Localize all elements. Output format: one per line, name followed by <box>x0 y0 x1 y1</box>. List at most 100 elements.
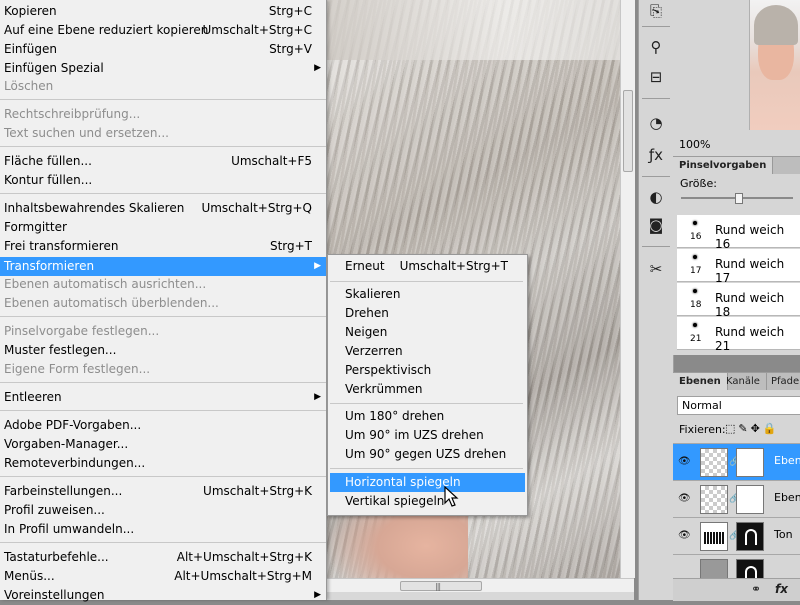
menu-separator <box>330 403 523 404</box>
submenu-item-drehen-180[interactable]: Um 180° drehen <box>328 407 525 426</box>
visibility-eye-icon[interactable]: 👁 <box>678 456 692 467</box>
menu-item-pdf-vorgaben[interactable]: Adobe PDF-Vorgaben... <box>0 416 326 435</box>
history-icon[interactable]: ⎘ <box>644 0 668 22</box>
menu-item-label: Einfügen Spezial <box>4 61 104 75</box>
menu-item-voreinstellungen[interactable]: Voreinstellungen ▶ <box>0 586 326 605</box>
submenu-item-horizontal-spiegeln[interactable]: Horizontal spiegeln <box>330 473 525 492</box>
menu-item-label: Farbeinstellungen... <box>4 484 123 498</box>
brush-preset-row[interactable]: 16 Rund weich 16 <box>677 215 800 251</box>
menu-item-remoteverbindungen[interactable]: Remoteverbindungen... <box>0 454 326 473</box>
menu-item-label: Muster festlegen... <box>4 343 117 357</box>
submenu-item-drehen-90-uzs[interactable]: Um 90° im UZS drehen <box>328 426 525 445</box>
navigator-thumbnail[interactable] <box>749 0 800 130</box>
menu-item-shortcut: Alt+Umschalt+Strg+K <box>176 550 312 564</box>
layer-row[interactable]: 👁 🔗 Ebene <box>673 480 800 517</box>
submenu-item-verzerren[interactable]: Verzerren <box>328 342 525 361</box>
clone-source-icon[interactable]: ⚲ <box>644 36 668 58</box>
layer-name: Ebene <box>774 491 800 504</box>
menu-item-einfuegen-spezial[interactable]: Einfügen Spezial ▶ <box>0 59 326 78</box>
menu-item-menues[interactable]: Menüs... Alt+Umschalt+Strg+M <box>0 567 326 586</box>
menu-item-label: Löschen <box>4 79 54 93</box>
layer-mask-thumbnail[interactable] <box>736 522 764 551</box>
menu-item-tastaturbefehle[interactable]: Tastaturbefehle... Alt+Umschalt+Strg+K <box>0 548 326 567</box>
layer-row[interactable] <box>673 554 800 582</box>
navigator-zoom-value[interactable]: 100% <box>679 138 710 151</box>
menu-item-profil-umwandeln[interactable]: In Profil umwandeln... <box>0 520 326 539</box>
canvas-horizontal-scrollbar[interactable]: ||| <box>320 578 634 593</box>
brush-size-slider-knob[interactable] <box>735 193 743 204</box>
fx-icon[interactable]: fx <box>775 582 788 596</box>
tools-icon[interactable]: ✂ <box>644 258 668 280</box>
fx-icon[interactable]: ƒx <box>644 144 668 166</box>
brush-preset-row[interactable]: 17 Rund weich 17 <box>677 249 800 285</box>
menu-item-ebenen-ueberblenden: Ebenen automatisch überblenden... <box>0 294 326 313</box>
menu-item-label: Adobe PDF-Vorgaben... <box>4 418 142 432</box>
menu-separator <box>0 193 326 194</box>
brush-preset-row[interactable]: 18 Rund weich 18 <box>677 283 800 319</box>
menu-item-inhaltsbewahrend-skalieren[interactable]: Inhaltsbewahrendes Skalieren Umschalt+Str… <box>0 199 326 218</box>
submenu-item-drehen-90-gegen-uzs[interactable]: Um 90° gegen UZS drehen <box>328 445 525 464</box>
visibility-eye-icon[interactable]: 👁 <box>678 493 692 504</box>
submenu-item-erneut[interactable]: Erneut Umschalt+Strg+T <box>328 257 525 276</box>
menu-item-shortcut: Umschalt+Strg+Q <box>201 201 312 215</box>
tab-pinselvorgaben[interactable]: Pinselvorgaben <box>673 157 774 174</box>
menu-item-label: Verkrümmen <box>345 382 423 396</box>
scrollbar-thumb[interactable] <box>623 90 633 172</box>
layer-row[interactable]: 👁 🔗 Ebene <box>673 443 800 480</box>
menu-item-label: Perspektivisch <box>345 363 432 377</box>
menu-item-label: Drehen <box>345 306 389 320</box>
submenu-item-skalieren[interactable]: Skalieren <box>328 285 525 304</box>
layer-mask-thumbnail[interactable] <box>736 448 764 477</box>
layer-mask-thumbnail[interactable] <box>736 559 764 582</box>
tab-pfade[interactable]: Pfade <box>765 373 800 390</box>
layer-thumbnail <box>700 448 728 477</box>
menu-item-einfuegen[interactable]: Einfügen Strg+V <box>0 40 326 59</box>
layer-row[interactable]: 👁 🔗 Ton <box>673 517 800 554</box>
menu-separator <box>0 99 326 100</box>
menu-item-frei-transformieren[interactable]: Frei transformieren Strg+T <box>0 237 326 256</box>
brush-name: Rund weich 17 <box>715 257 785 285</box>
layer-mask-thumbnail[interactable] <box>736 485 764 514</box>
scrollbar-thumb[interactable] <box>400 581 482 591</box>
menu-item-formgitter[interactable]: Formgitter <box>0 218 326 237</box>
canvas-background <box>320 0 630 60</box>
menu-item-shortcut: Alt+Umschalt+Strg+M <box>174 569 312 583</box>
menu-item-farbeinstellungen[interactable]: Farbeinstellungen... Umschalt+Strg+K <box>0 482 326 501</box>
menu-item-label: Voreinstellungen <box>4 588 105 602</box>
submenu-item-drehen[interactable]: Drehen <box>328 304 525 323</box>
blend-mode-select[interactable]: Normal <box>677 396 800 415</box>
submenu-item-perspektivisch[interactable]: Perspektivisch <box>328 361 525 380</box>
canvas-vertical-scrollbar[interactable] <box>620 0 635 578</box>
visibility-eye-icon[interactable]: 👁 <box>678 530 692 541</box>
menu-item-label: Neigen <box>345 325 388 339</box>
menu-item-ebenen-ausrichten: Ebenen automatisch ausrichten... <box>0 275 326 294</box>
styles-palette-icon[interactable]: ◔ <box>644 112 668 134</box>
layer-thumbnail <box>700 559 728 579</box>
menu-item-vorgaben-manager[interactable]: Vorgaben-Manager... <box>0 435 326 454</box>
menu-item-muster-festlegen[interactable]: Muster festlegen... <box>0 341 326 360</box>
brush-preset-row[interactable]: 21 Rund weich 21 <box>677 317 800 353</box>
menu-item-kontur-fuellen[interactable]: Kontur füllen... <box>0 171 326 190</box>
menu-item-flaeche-fuellen[interactable]: Fläche füllen... Umschalt+F5 <box>0 152 326 171</box>
submenu-item-verkruemmen[interactable]: Verkrümmen <box>328 380 525 399</box>
submenu-item-neigen[interactable]: Neigen <box>328 323 525 342</box>
menu-item-label: Erneut <box>345 259 385 273</box>
menu-item-transformieren[interactable]: Transformieren ▶ <box>0 257 326 276</box>
brush-name: Rund weich 21 <box>715 325 785 353</box>
histogram-bars <box>704 532 724 544</box>
divider <box>642 246 670 247</box>
tool-presets-icon[interactable]: ⊟ <box>644 66 668 88</box>
lock-icons[interactable]: ⬚✎✥🔒 <box>725 422 780 435</box>
menu-item-profil-zuweisen[interactable]: Profil zuweisen... <box>0 501 326 520</box>
menu-item-label: Fläche füllen... <box>4 154 92 168</box>
masks-icon[interactable]: ◙ <box>644 214 668 236</box>
submenu-item-vertikal-spiegeln[interactable]: Vertikal spiegeln <box>328 492 525 511</box>
adjustments-icon[interactable]: ◐ <box>644 186 668 208</box>
layer-name: Ebene <box>774 454 800 467</box>
menu-item-reduziert-kopieren[interactable]: Auf eine Ebene reduziert kopieren Umschal… <box>0 21 326 40</box>
brush-size-label: Größe: <box>680 177 717 190</box>
menu-item-kopieren[interactable]: Kopieren Strg+C <box>0 2 326 21</box>
link-layers-icon[interactable]: ⚭ <box>751 582 761 596</box>
menu-item-entleeren[interactable]: Entleeren ▶ <box>0 388 326 407</box>
tab-kanaele[interactable]: Kanäle <box>720 373 767 390</box>
